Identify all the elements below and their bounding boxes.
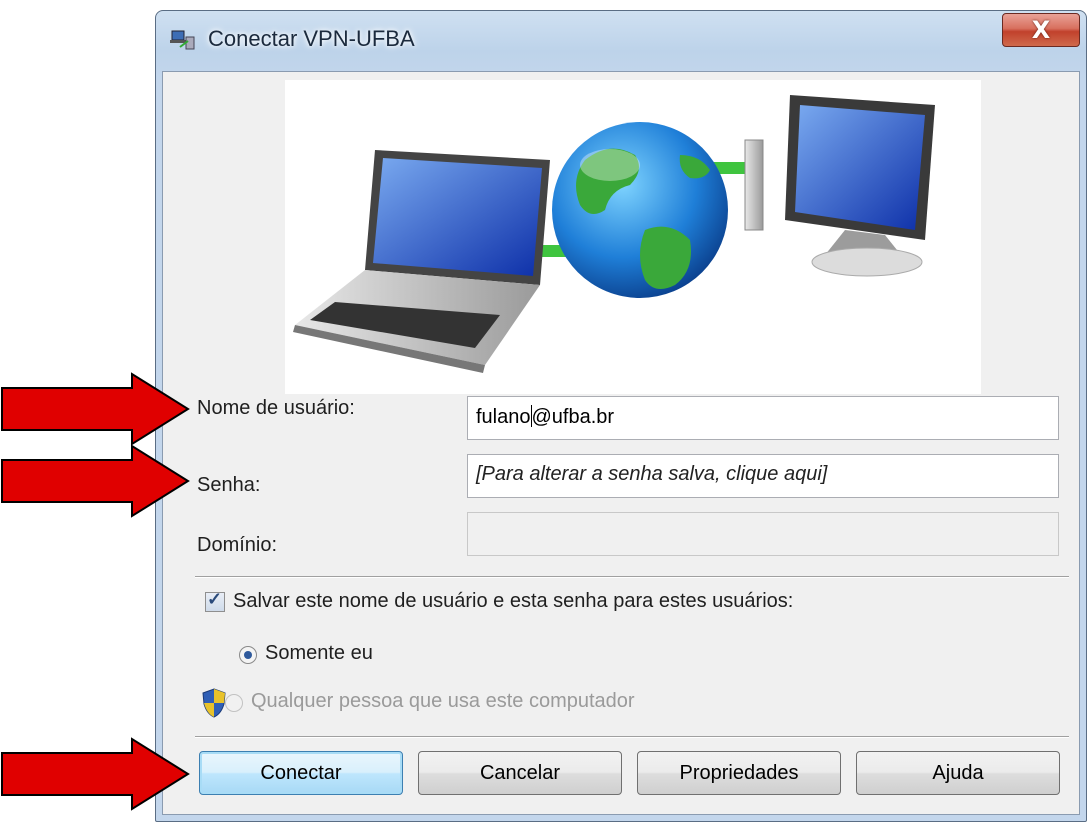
red-arrow-icon [1, 444, 190, 518]
help-button[interactable]: Ajuda [856, 751, 1060, 795]
username-value-part2: @ufba.br [531, 406, 615, 428]
password-label: Senha: [197, 474, 261, 496]
uac-shield-icon [202, 688, 226, 718]
properties-button[interactable]: Propriedades [637, 751, 841, 795]
password-placeholder: [Para alterar a senha salva, clique aqui… [476, 463, 828, 485]
username-label: Nome de usuário: [197, 397, 355, 419]
title-bar[interactable]: Conectar VPN-UFBA X [156, 11, 1086, 71]
cancel-button[interactable]: Cancelar [418, 751, 622, 795]
vpn-dialog-window: Conectar VPN-UFBA X Nome de usuário: ful… [155, 10, 1087, 822]
save-credentials-checkbox[interactable]: ✓ [205, 589, 225, 612]
desktop-computer-icon [744, 95, 935, 277]
globe-icon [552, 122, 728, 298]
dialog-body: Nome de usuário: fulano@ufba.br Senha: [… [162, 71, 1080, 815]
connect-button[interactable]: Conectar [199, 751, 403, 795]
red-arrow-icon [1, 737, 190, 811]
domain-input[interactable] [467, 512, 1059, 556]
radio-only-me[interactable] [239, 646, 257, 664]
close-icon: X [1031, 16, 1051, 44]
password-input[interactable]: [Para alterar a senha salva, clique aqui… [467, 454, 1059, 498]
username-input[interactable]: fulano@ufba.br [467, 396, 1059, 440]
window-title: Conectar VPN-UFBA [208, 26, 415, 51]
checkmark-icon: ✓ [207, 589, 223, 609]
banner-illustration [285, 80, 981, 394]
username-value-part1: fulano [476, 406, 531, 428]
separator [195, 736, 1069, 738]
save-credentials-label[interactable]: Salvar este nome de usuário e esta senha… [233, 590, 793, 613]
radio-anyone-label[interactable]: Qualquer pessoa que usa este computador [251, 690, 635, 713]
laptop-icon [293, 150, 550, 373]
close-button[interactable]: X [1002, 13, 1080, 47]
separator [195, 576, 1069, 578]
network-illustration [293, 95, 935, 373]
red-arrow-icon [1, 372, 190, 446]
radio-only-me-label[interactable]: Somente eu [265, 642, 373, 665]
network-connection-icon [170, 30, 195, 50]
domain-label: Domínio: [197, 534, 278, 556]
radio-anyone[interactable] [225, 694, 243, 712]
